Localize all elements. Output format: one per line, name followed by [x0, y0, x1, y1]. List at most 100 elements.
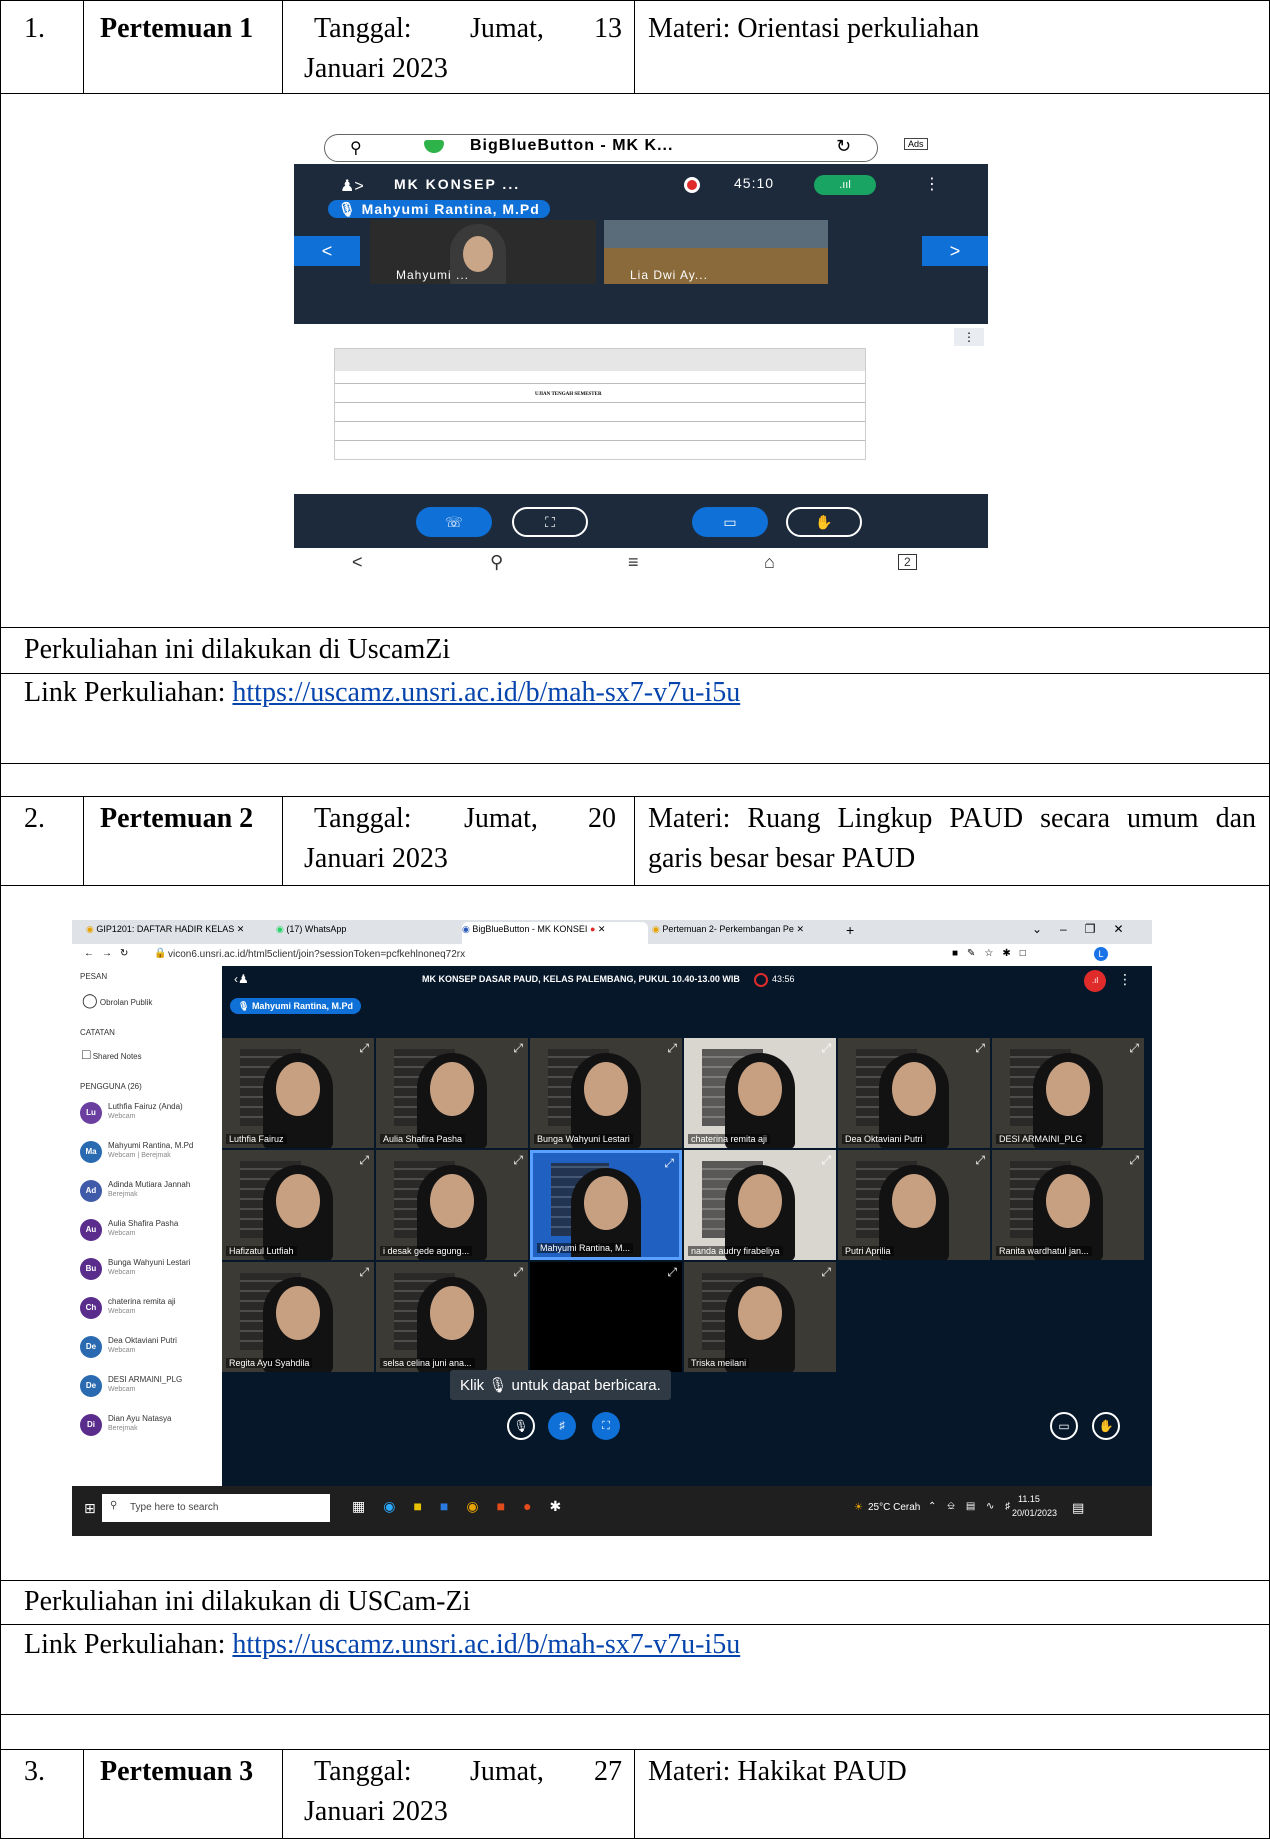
video-tile[interactable]: ⤢ [530, 1262, 682, 1372]
expand-icon[interactable]: ⤢ [821, 1153, 831, 1168]
video-tile[interactable]: ⤢ Dea Oktaviani Putri [838, 1038, 990, 1148]
raise-hand-button[interactable]: ✋ [786, 507, 862, 537]
tab-bigbluebutton[interactable]: ◉ BigBlueButton - MK KONSEI ● ✕ [462, 922, 648, 944]
options-button[interactable]: ⋮ [954, 328, 984, 346]
expand-icon[interactable]: ⤢ [359, 1041, 369, 1056]
expand-icon[interactable]: ⤢ [975, 1041, 985, 1056]
camera-button[interactable]: ⛶ [512, 507, 588, 537]
video-tile[interactable]: ⤢ Mahyumi Rantina, M... [530, 1150, 682, 1260]
tabs-icon[interactable]: 2 [898, 554, 917, 570]
expand-icon[interactable]: ⤢ [1129, 1041, 1139, 1056]
mute-button[interactable]: 🎙 [507, 1412, 535, 1440]
video-tile[interactable]: ⤢ Triska meilani [684, 1262, 836, 1372]
meeting-link[interactable]: https://uscamz.unsri.ac.id/b/mah-sx7-v7u… [232, 1629, 740, 1660]
date-month: Januari 2023 [304, 1796, 448, 1827]
expand-icon[interactable]: ⤢ [975, 1153, 985, 1168]
video-tile[interactable]: ⤢ chaterina remita aji [684, 1038, 836, 1148]
tile-1-label: Mahyumi ... [396, 268, 470, 282]
video-tile[interactable]: ⤢ selsa celina juni ana... [376, 1262, 528, 1372]
user-list-item[interactable]: Au Aulia Shafira Pasha Webcam [80, 1215, 220, 1251]
video-tile[interactable]: ⤢ Putri Aprilia [838, 1150, 990, 1260]
video-tile[interactable]: ⤢ nanda audry firabeliya [684, 1150, 836, 1260]
window-controls[interactable]: ⌄–❐✕ [1032, 922, 1142, 936]
weather-icon: ☀ [854, 1502, 863, 1513]
meeting-link[interactable]: https://uscamz.unsri.ac.id/b/mah-sx7-v7u… [232, 677, 740, 708]
date-number: 20 [588, 803, 616, 834]
video-tile[interactable]: ⤢ Hafizatul Lutfiah [222, 1150, 374, 1260]
video-tile-2: Lia Dwi Ay... [604, 220, 828, 284]
screenshare-button[interactable]: ▭ [1050, 1412, 1078, 1440]
audio-button[interactable]: ♯ [548, 1412, 576, 1440]
expand-icon[interactable]: ⤢ [667, 1041, 677, 1056]
camera-button[interactable]: ⛶ [592, 1412, 620, 1440]
user-status: Webcam [108, 1113, 136, 1120]
meeting-title: Pertemuan 1 [100, 13, 254, 44]
taskbar-apps[interactable]: ▦◉■■◉■●✱ [352, 1498, 579, 1515]
taskbar-search[interactable]: ⚲ Type here to search [102, 1494, 330, 1522]
video-tile[interactable]: ⤢ Bunga Wahyuni Lestari [530, 1038, 682, 1148]
reload-icon: ↻ [836, 136, 852, 156]
user-list-item[interactable]: Ch chaterina remita aji Webcam [80, 1293, 220, 1329]
expand-icon[interactable]: ⤢ [513, 1041, 523, 1056]
meeting-header: ♟> MK KONSEP ... 45:10 .ııl ⋮ 🎙 Mahyumi … [294, 164, 988, 324]
toolbar-icons[interactable]: ■✎☆✱□ [952, 948, 1035, 959]
tab-daftar-hadir[interactable]: ◉ GIP1201: DAFTAR HADIR KELAS ✕ [86, 924, 272, 942]
user-status: Berejmak [108, 1425, 138, 1432]
tile-label: chaterina remita aji [688, 1134, 771, 1144]
video-tile[interactable]: ⤢ Aulia Shafira Pasha [376, 1038, 528, 1148]
expand-icon[interactable]: ⤢ [359, 1153, 369, 1168]
tab-pertemuan[interactable]: ◉ Pertemuan 2- Perkembangan Pe ✕ [652, 924, 838, 942]
profile-icon[interactable]: L [1094, 947, 1108, 961]
url-text[interactable]: vicon6.unsri.ac.id/html5client/join?sess… [168, 949, 465, 960]
audio-button[interactable]: ☏ [416, 507, 492, 537]
nav-icons[interactable]: ←→↻ [84, 948, 136, 959]
screenshot2: ◉ GIP1201: DAFTAR HADIR KELAS ✕ ◉ (17) W… [72, 920, 1152, 1536]
video-tile[interactable]: ⤢ Ranita wardhatul jan... [992, 1150, 1144, 1260]
date-label: Tanggal: [314, 803, 412, 834]
slide-midterm-label: UJIAN TENGAH SEMESTER [535, 392, 602, 397]
expand-icon[interactable]: ⤢ [1129, 1153, 1139, 1168]
next-arrow[interactable]: > [922, 236, 988, 266]
chat-icon: ◯ [82, 992, 98, 1008]
user-status: Webcam [108, 1347, 136, 1354]
user-list-item[interactable]: De DESI ARMAINI_PLG Webcam [80, 1371, 220, 1407]
share-button[interactable]: ▭ [692, 507, 768, 537]
tab-whatsapp[interactable]: ◉ (17) WhatsApp [276, 924, 462, 942]
tile-label: Mahyumi Rantina, M... [537, 1243, 634, 1253]
video-tile[interactable]: ⤢ Regita Ayu Syahdila [222, 1262, 374, 1372]
user-list-item[interactable]: Ma Mahyumi Rantina, M.Pd Webcam | Berejmak [80, 1137, 220, 1173]
raise-hand-button[interactable]: ✋ [1092, 1412, 1120, 1440]
prev-arrow[interactable]: < [294, 236, 360, 266]
windows-icon[interactable]: ⊞ [84, 1500, 96, 1517]
user-list-item[interactable]: Ad Adinda Mutiara Jannah Berejmak [80, 1176, 220, 1212]
expand-icon[interactable]: ⤢ [359, 1265, 369, 1280]
expand-icon[interactable]: ⤢ [664, 1156, 674, 1171]
expand-icon[interactable]: ⤢ [513, 1265, 523, 1280]
video-tile[interactable]: ⤢ Luthfia Fairuz [222, 1038, 374, 1148]
back-icon[interactable]: < [352, 552, 363, 573]
notification-icon[interactable]: ▤ [1072, 1500, 1084, 1516]
expand-icon[interactable]: ⤢ [821, 1265, 831, 1280]
new-tab-icon[interactable]: + [846, 922, 854, 938]
user-list-item[interactable]: Bu Bunga Wahyuni Lestari Webcam [80, 1254, 220, 1290]
user-list-item[interactable]: Lu Luthfia Fairuz (Anda) Webcam [80, 1098, 220, 1134]
home-icon[interactable]: ⌂ [764, 552, 775, 573]
video-tile[interactable]: ⤢ i desak gede agung... [376, 1150, 528, 1260]
search-icon: ⚲ [110, 1500, 118, 1511]
expand-icon[interactable]: ⤢ [667, 1265, 677, 1280]
sidebar-item-shared-notes[interactable]: □ Shared Notes [82, 1046, 142, 1062]
tile-label: Putri Aprilia [842, 1246, 894, 1256]
video-tile[interactable]: ⤢ DESI ARMAINI_PLG [992, 1038, 1144, 1148]
user-name: Adinda Mutiara Jannah [108, 1180, 191, 1189]
menu-icon[interactable]: ≡ [628, 552, 639, 573]
presenter-name: Mahyumi Rantina, M.Pd [361, 201, 540, 217]
sidebar-item-public-chat[interactable]: ◯ Obrolan Publik [82, 992, 152, 1009]
expand-icon[interactable]: ⤢ [821, 1041, 831, 1056]
user-list-item[interactable]: Di Dian Ayu Natasya Berejmak [80, 1410, 220, 1446]
user-list-item[interactable]: De Dea Oktaviani Putri Webcam [80, 1332, 220, 1368]
avatar: Ad [80, 1180, 102, 1202]
user-name: Dian Ayu Natasya [108, 1414, 172, 1423]
expand-icon[interactable]: ⤢ [513, 1153, 523, 1168]
meeting-number: 1. [24, 13, 45, 44]
home-search-icon[interactable]: ⚲ [490, 552, 503, 573]
